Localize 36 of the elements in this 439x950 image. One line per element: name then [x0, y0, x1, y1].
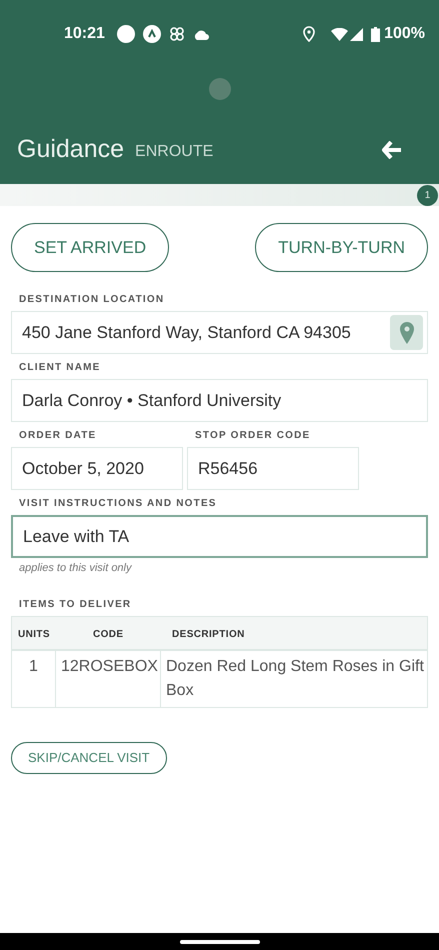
status-label: ENROUTE [135, 142, 214, 162]
table-cell: 12ROSEBOX [61, 658, 158, 674]
fan-icon [168, 26, 185, 42]
map-pin-icon [400, 322, 414, 344]
column-header: CODE [93, 628, 124, 640]
location-icon [303, 26, 316, 42]
field-label: CLIENT NAME [18, 361, 102, 375]
action-button[interactable]: TURN-BY-TURN [255, 223, 428, 272]
action-button[interactable]: SET ARRIVED [11, 223, 170, 272]
cloud-icon [192, 28, 209, 40]
battery-icon [371, 26, 380, 42]
clock: 10:21 [64, 24, 105, 44]
step-badge: 1 [417, 184, 438, 206]
wifi-icon [331, 28, 348, 40]
field-label: ITEMS TO DELIVER [18, 598, 132, 612]
signal-icon [350, 28, 364, 40]
field-label: VISIT INSTRUCTIONS AND NOTES [18, 497, 218, 511]
battery-level: 100% [384, 24, 425, 44]
home-indicator[interactable] [180, 940, 260, 944]
table-cell: Dozen Red Long Stem Roses in Gift Box [166, 658, 424, 698]
input-field[interactable]: Leave with TA [11, 515, 428, 558]
app-icon [142, 25, 161, 43]
page-title: Guidance [17, 134, 124, 166]
skip-visit-button[interactable]: SKIP/CANCEL VISIT [11, 742, 167, 774]
back-arrow-icon [382, 141, 402, 159]
table-cell: 1 [29, 658, 38, 674]
field-label: STOP ORDER CODE [194, 429, 312, 443]
field-label: DESTINATION LOCATION [18, 293, 166, 307]
input-field[interactable]: Darla Conroy • Stanford University [11, 379, 428, 422]
column-header: UNITS [18, 628, 50, 640]
input-field[interactable]: October 5, 2020 [11, 447, 183, 490]
input-field[interactable]: R56456 [187, 447, 359, 490]
address-field[interactable]: 450 Jane Stanford Way, Stanford CA 94305 [11, 311, 428, 354]
column-header: DESCRIPTION [172, 628, 245, 640]
field-label: ORDER DATE [18, 429, 98, 443]
field-hint: applies to this visit only [18, 561, 133, 576]
